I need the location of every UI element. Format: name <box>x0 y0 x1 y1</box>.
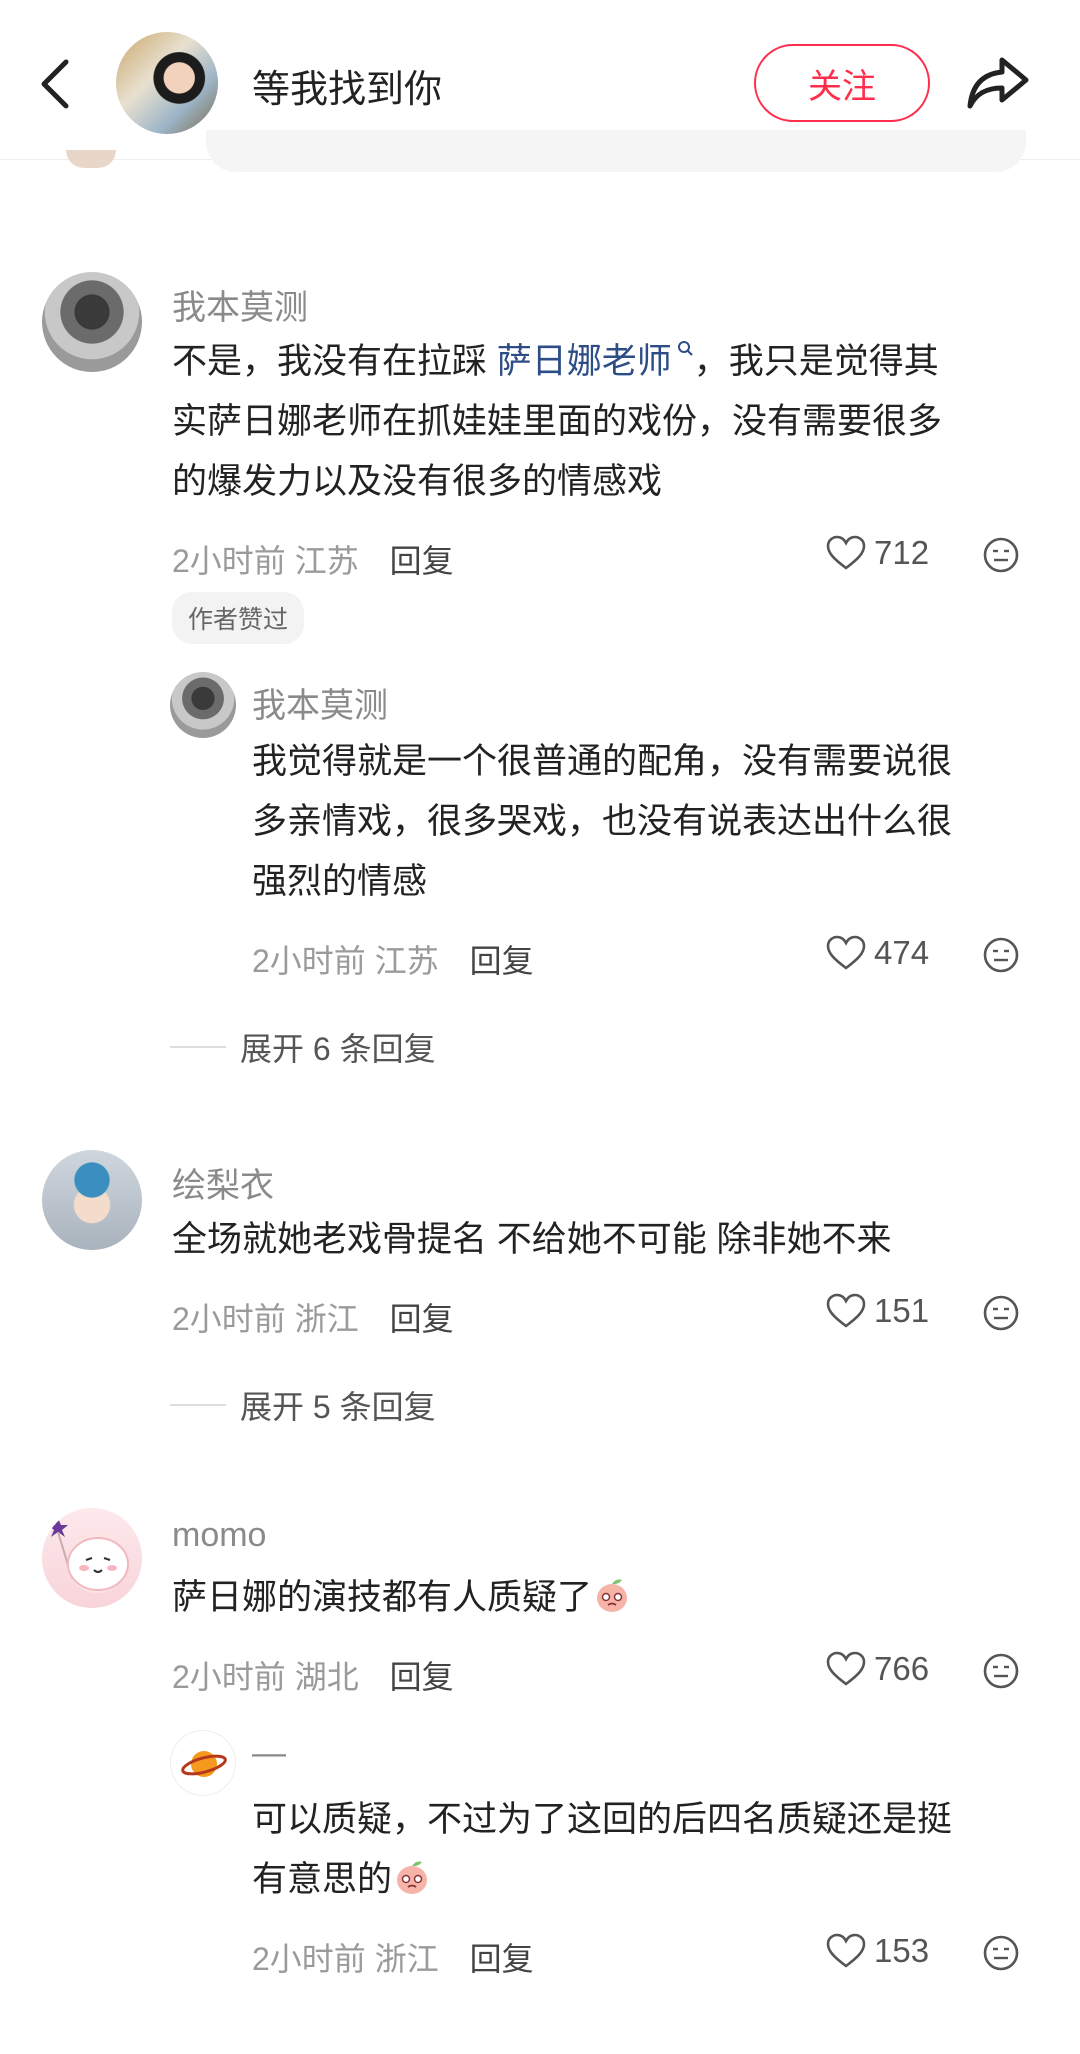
emoji-reaction-icon[interactable] <box>982 1652 1020 1690</box>
avatar[interactable] <box>170 1730 236 1796</box>
like-count: 474 <box>874 934 930 971</box>
search-icon <box>677 341 693 356</box>
comment-location: 浙江 <box>374 1941 439 1977</box>
comment-text-part: 的爆发力以及没有很多的情感戏 <box>172 462 663 501</box>
avatar[interactable] <box>170 672 236 738</box>
avatar[interactable] <box>42 1508 142 1608</box>
heart-icon <box>826 1651 866 1686</box>
reply-button[interactable]: 回复 <box>470 943 534 979</box>
like-button[interactable]: 151 <box>826 1292 929 1330</box>
reply-text-part: 可以质疑，不过为了这回的后四名质疑还是挺 <box>252 1800 953 1839</box>
cartoon-avatar-icon <box>48 1518 129 1591</box>
share-icon[interactable] <box>966 54 1030 110</box>
emoji-reaction-icon[interactable] <box>982 936 1020 974</box>
comment-text-part: 实萨日娜老师在抓娃娃里面的戏份，没有需要很多 <box>172 402 943 441</box>
topic-link[interactable]: 萨日娜老师 <box>496 341 694 381</box>
comment-username[interactable]: 绘梨衣 <box>172 1158 274 1207</box>
expand-replies-button[interactable]: 展开 6 条回复 <box>170 1024 436 1070</box>
comment-time: 2小时前 <box>252 1941 366 1977</box>
comment-meta: 2小时前 江苏 回复 <box>172 536 454 582</box>
author-name[interactable]: 等我找到你 <box>252 58 442 113</box>
comment-text[interactable]: 萨日娜的演技都有人质疑了 <box>172 1568 1032 1628</box>
comment-time: 2小时前 <box>252 943 366 979</box>
emoji-reaction-icon[interactable] <box>982 536 1020 574</box>
comment-text-part: ，我只是觉得其 <box>693 342 939 381</box>
reply-text-part: 有意思的 <box>252 1860 393 1899</box>
like-button[interactable]: 474 <box>826 934 929 972</box>
heart-icon <box>826 1293 866 1328</box>
peach-emoji-icon <box>597 1579 628 1612</box>
comment-text[interactable]: 不是，我没有在拉踩 萨日娜老师 ，我只是觉得其 实萨日娜老师在抓娃娃里面的戏份，没… <box>172 332 1032 512</box>
comment-text-part: 全场就她老戏骨提名 不给她不可能 除非她不来 <box>172 1220 892 1259</box>
comment-location: 江苏 <box>374 943 439 979</box>
comment-text[interactable]: 全场就她老戏骨提名 不给她不可能 除非她不来 <box>172 1210 1032 1270</box>
author-liked-badge: 作者赞过 <box>172 592 305 644</box>
reply-text-part: 多亲情戏，很多哭戏，也没有说表达出什么很 <box>252 802 953 841</box>
like-count: 766 <box>874 1650 930 1687</box>
heart-icon <box>826 935 866 970</box>
reply-text-part: 强烈的情感 <box>252 862 428 901</box>
planet-icon <box>181 1751 227 1777</box>
reply-button[interactable]: 回复 <box>470 1941 534 1977</box>
comment-time: 2小时前 <box>172 1301 286 1337</box>
divider <box>170 1404 226 1406</box>
like-count: 712 <box>874 534 930 571</box>
like-button[interactable]: 766 <box>826 1650 929 1688</box>
comment-username[interactable]: momo <box>172 1516 266 1555</box>
comment-username[interactable]: 我本莫测 <box>172 280 308 329</box>
comment-text-part: 不是，我没有在拉踩 <box>172 342 497 381</box>
reply-username[interactable]: — <box>252 1734 286 1773</box>
like-button[interactable]: 712 <box>826 534 929 572</box>
reply-text[interactable]: 我觉得就是一个很普通的配角，没有需要说很 多亲情戏，很多哭戏，也没有说表达出什么… <box>252 732 1042 912</box>
expand-replies-button[interactable]: 展开 5 条回复 <box>170 1382 436 1428</box>
reply-button[interactable]: 回复 <box>390 1659 454 1695</box>
emoji-reaction-icon[interactable] <box>982 1294 1020 1332</box>
peach-emoji-icon <box>397 1861 428 1894</box>
reply-button[interactable]: 回复 <box>390 1301 454 1337</box>
comment-text-part: 萨日娜的演技都有人质疑了 <box>172 1578 593 1617</box>
input-remnant <box>206 130 1026 172</box>
reply-text[interactable]: 可以质疑，不过为了这回的后四名质疑还是挺 有意思的 <box>252 1790 1042 1910</box>
reply-username[interactable]: 我本莫测 <box>252 678 388 727</box>
like-button[interactable]: 153 <box>826 1932 929 1970</box>
like-count: 153 <box>874 1932 930 1969</box>
author-avatar[interactable] <box>116 32 218 134</box>
comment-meta: 2小时前 浙江 回复 <box>172 1294 454 1340</box>
reply-meta: 2小时前 浙江 回复 <box>252 1934 534 1980</box>
avatar[interactable] <box>42 1150 142 1250</box>
avatar-remnant <box>66 150 116 168</box>
avatar[interactable] <box>42 272 142 372</box>
expand-replies-label: 展开 6 条回复 <box>240 1031 436 1067</box>
reply-meta: 2小时前 江苏 回复 <box>252 936 534 982</box>
follow-button[interactable]: 关注 <box>754 44 930 122</box>
comment-location: 湖北 <box>294 1659 359 1695</box>
comment-time: 2小时前 <box>172 1659 286 1695</box>
comment-time: 2小时前 <box>172 543 286 579</box>
topic-link-label: 萨日娜老师 <box>496 342 672 381</box>
reply-button[interactable]: 回复 <box>390 543 454 579</box>
emoji-reaction-icon[interactable] <box>982 1934 1020 1972</box>
reply-text-part: 我觉得就是一个很普通的配角，没有需要说很 <box>252 742 953 781</box>
expand-replies-label: 展开 5 条回复 <box>240 1389 436 1425</box>
comment-location: 江苏 <box>294 543 359 579</box>
like-count: 151 <box>874 1292 930 1329</box>
comment-location: 浙江 <box>294 1301 359 1337</box>
comment-meta: 2小时前 湖北 回复 <box>172 1652 454 1698</box>
back-icon[interactable] <box>36 56 76 112</box>
divider <box>170 1046 226 1048</box>
heart-icon <box>826 1933 866 1968</box>
heart-icon <box>826 535 866 570</box>
